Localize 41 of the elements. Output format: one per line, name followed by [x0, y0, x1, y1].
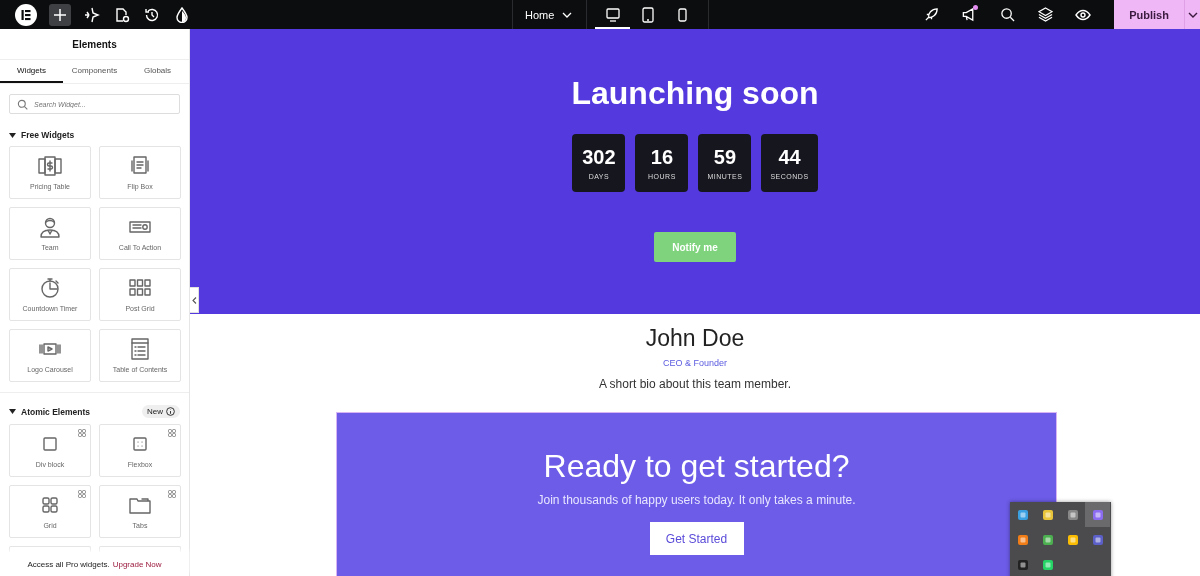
- section-toggle[interactable]: Free Widgets: [9, 130, 75, 140]
- mobile-icon: [678, 7, 688, 22]
- cta-text: Join thousands of happy users today. It only takes a minute.: [537, 493, 856, 507]
- widget-icon: [38, 155, 62, 177]
- widget-icon: [128, 277, 152, 299]
- panel-tab[interactable]: Globals: [126, 60, 189, 83]
- widget-icon: [38, 216, 62, 238]
- chevron-left-icon: [191, 296, 197, 304]
- caret-icon: [562, 11, 573, 18]
- widget-icon: [128, 155, 152, 177]
- desktop-icon: [604, 7, 621, 22]
- countdown-value: 59: [713, 146, 737, 169]
- hero-title: Launching soon: [571, 75, 819, 112]
- tray-app-icon[interactable]: [1085, 502, 1110, 527]
- new-badge[interactable]: New: [142, 405, 180, 418]
- panel-tab[interactable]: Components: [63, 60, 126, 83]
- caret-icon: [9, 409, 16, 414]
- publish-button[interactable]: Publish: [1114, 0, 1184, 29]
- widget-icon: [128, 338, 152, 360]
- logo-icon[interactable]: [15, 3, 37, 26]
- section-toggle[interactable]: Atomic Elements: [9, 406, 90, 417]
- collapse-panel-button[interactable]: [190, 287, 199, 313]
- plus-icon: [53, 7, 67, 22]
- tablet-icon: [641, 6, 654, 23]
- cta-title: Ready to get started?: [543, 448, 850, 485]
- promo-text: Access all Pro widgets.: [27, 560, 110, 569]
- member-bio: A short bio about this team member.: [598, 377, 792, 391]
- countdown-value: 44: [778, 146, 801, 169]
- add-element-button[interactable]: [49, 3, 71, 26]
- panel-tab[interactable]: Widgets: [0, 60, 63, 83]
- member-role: CEO & Founder: [663, 358, 727, 368]
- get-started-button[interactable]: Get Started: [649, 522, 744, 555]
- countdown-value: 16: [650, 146, 674, 169]
- member-name: John Doe: [645, 325, 745, 352]
- widget-icon: [38, 277, 62, 299]
- caret-icon: [9, 132, 16, 138]
- panel-title: Elements: [0, 29, 189, 60]
- countdown-value: 302: [582, 146, 616, 169]
- publish-options-button[interactable]: [1184, 0, 1200, 29]
- upgrade-link[interactable]: Upgrade Now: [112, 560, 162, 569]
- caret-icon: [1187, 11, 1198, 18]
